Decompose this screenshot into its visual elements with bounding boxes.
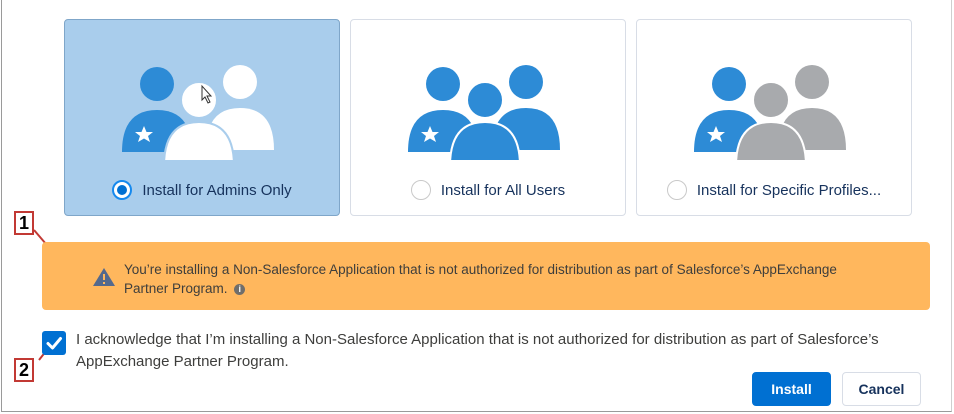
callout-2: 2 xyxy=(14,358,34,382)
checkmark-icon xyxy=(46,337,62,350)
warning-icon xyxy=(93,268,115,286)
acknowledge-checkbox[interactable] xyxy=(42,331,66,355)
acknowledge-label: I acknowledge that I’m installing a Non-… xyxy=(76,331,879,370)
info-icon[interactable]: i xyxy=(234,283,246,295)
warning-message-text: You’re installing a Non-Salesforce Appli… xyxy=(124,262,837,296)
warning-message: You’re installing a Non-Salesforce Appli… xyxy=(124,260,884,298)
callout-1: 1 xyxy=(14,211,34,235)
cancel-button[interactable]: Cancel xyxy=(842,372,921,406)
warning-alert: You’re installing a Non-Salesforce Appli… xyxy=(42,242,930,310)
install-button[interactable]: Install xyxy=(752,372,831,406)
